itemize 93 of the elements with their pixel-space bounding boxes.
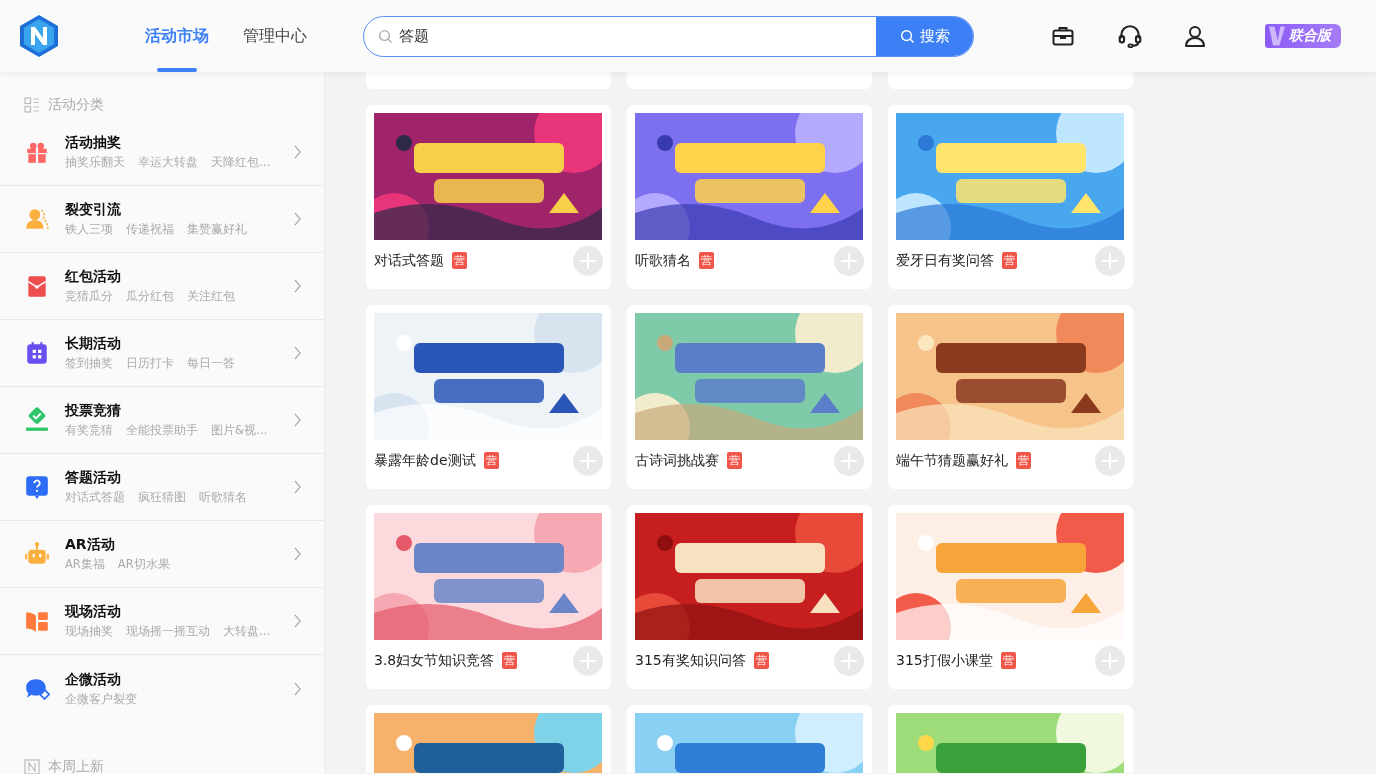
- category-link[interactable]: 活动抽奖: [65, 134, 293, 152]
- subcategory-link[interactable]: 天降红包…: [211, 155, 271, 170]
- tag-label: 营: [502, 652, 518, 669]
- category-link[interactable]: 现场活动: [65, 603, 293, 621]
- tag-label: 营: [727, 452, 742, 469]
- activity-card[interactable]: [888, 705, 1133, 773]
- grid-icon: [24, 97, 40, 113]
- briefcase-icon[interactable]: [1051, 24, 1075, 48]
- card-title: 爱牙日有奖问答: [896, 251, 994, 270]
- card-title: 对话式答题: [374, 251, 444, 270]
- headset-icon[interactable]: [1117, 23, 1143, 49]
- search-icon: [378, 28, 393, 44]
- activity-card[interactable]: 3.8妇女节知识竞答 营: [366, 505, 611, 689]
- activity-card[interactable]: 爱牙日有奖问答 营: [888, 105, 1133, 289]
- robot-icon: [24, 541, 50, 567]
- card-title: 315打假小课堂: [896, 651, 993, 670]
- subcategory-link[interactable]: 疯狂猜图: [138, 490, 186, 505]
- category-link[interactable]: AR活动: [65, 536, 293, 554]
- chevron-right-icon[interactable]: [293, 413, 302, 427]
- category-link[interactable]: 企微活动: [65, 670, 293, 689]
- tag-label: 营: [753, 652, 769, 669]
- logo-icon[interactable]: [17, 14, 61, 58]
- tag-label: 营: [483, 452, 499, 469]
- card-title: 暴露年龄de测试: [374, 451, 476, 470]
- subcategory-link[interactable]: 抽奖乐翻天: [65, 155, 125, 170]
- calendar-icon: [24, 340, 50, 366]
- search-icon: [899, 28, 915, 44]
- subcategory-link[interactable]: 竞猜瓜分: [65, 289, 113, 304]
- subcategory-link[interactable]: 关注红包: [187, 289, 235, 304]
- new-icon: [24, 759, 40, 774]
- subcategory-link[interactable]: 幸运大转盘: [138, 155, 198, 170]
- tag-label: 营: [699, 252, 714, 269]
- subcategory-link[interactable]: 听歌猜名: [199, 490, 247, 505]
- section-heading: 活动分类: [48, 96, 104, 114]
- subcategory-link[interactable]: 大转盘…: [223, 624, 271, 639]
- chevron-right-icon[interactable]: [293, 480, 302, 494]
- subcategory-link[interactable]: AR集福: [65, 557, 105, 572]
- section-heading: 本周上新: [48, 758, 104, 774]
- category-link[interactable]: 长期活动: [65, 335, 293, 353]
- chevron-right-icon[interactable]: [293, 681, 302, 696]
- card-title: 古诗词挑战赛: [635, 451, 719, 470]
- activity-card[interactable]: [366, 705, 611, 773]
- activity-card[interactable]: 对话式答题 营: [366, 105, 611, 289]
- activity-card[interactable]: 暴露年龄de测试 营: [366, 305, 611, 489]
- subcategory-link[interactable]: 签到抽奖: [65, 356, 113, 371]
- chevron-right-icon[interactable]: [293, 279, 302, 293]
- tag-label: 营: [452, 252, 467, 269]
- activity-card[interactable]: 315有奖知识问答 营: [627, 505, 872, 689]
- subcategory-link[interactable]: 铁人三项: [65, 222, 113, 237]
- subcategory-link[interactable]: 传递祝福: [126, 222, 174, 237]
- subcategory-link[interactable]: 每日一答: [187, 356, 235, 371]
- subcategory-link[interactable]: 集赞赢好礼: [187, 222, 247, 237]
- chevron-right-icon[interactable]: [293, 145, 302, 159]
- user-icon[interactable]: [1183, 24, 1207, 48]
- subcategory-link[interactable]: 企微客户裂变: [65, 691, 137, 707]
- question-icon: [24, 474, 50, 500]
- subcategory-link[interactable]: 瓜分红包: [126, 289, 174, 304]
- activity-card[interactable]: 听歌猜名 营: [627, 105, 872, 289]
- tag-label: 营: [1000, 652, 1016, 669]
- subcategory-link[interactable]: 现场摇一摇互动: [126, 624, 210, 639]
- tag-label: 营: [1002, 252, 1017, 269]
- activity-card[interactable]: 古诗词挑战赛 营: [627, 305, 872, 489]
- category-link[interactable]: 答题活动: [65, 469, 293, 487]
- nav-tab[interactable]: 管理中心: [235, 0, 315, 72]
- subcategory-link[interactable]: 日历打卡: [126, 356, 174, 371]
- chevron-right-icon[interactable]: [293, 614, 302, 628]
- card-title: 端午节猜题赢好礼: [896, 451, 1008, 470]
- subcategory-link[interactable]: 图片&视…: [211, 423, 268, 438]
- subcategory-link[interactable]: AR切水果: [117, 557, 170, 572]
- nav-tab[interactable]: 活动市场: [137, 0, 217, 72]
- ballot-check-icon: [24, 407, 50, 433]
- person-icon: [24, 206, 50, 232]
- card-title: 3.8妇女节知识竞答: [374, 651, 495, 670]
- activity-card[interactable]: 端午节猜题赢好礼 营: [888, 305, 1133, 489]
- category-link[interactable]: 裂变引流: [65, 201, 293, 219]
- edition-badge[interactable]: 联合版: [1265, 24, 1341, 48]
- tag-label: 营: [1016, 452, 1031, 469]
- subcategory-link[interactable]: 现场抽奖: [65, 624, 113, 639]
- card-title: 315有奖知识问答: [635, 651, 746, 670]
- activity-card[interactable]: 315打假小课堂 营: [888, 505, 1133, 689]
- chevron-right-icon[interactable]: [293, 212, 302, 226]
- search-field[interactable]: 答题: [399, 16, 876, 56]
- category-link[interactable]: 红包活动: [65, 268, 293, 286]
- search-button[interactable]: 搜索: [876, 16, 973, 56]
- subcategory-link[interactable]: 有奖竞猜: [65, 423, 113, 438]
- card-title: 听歌猜名: [635, 251, 691, 270]
- subcategory-link[interactable]: 全能投票助手: [126, 423, 198, 438]
- subcategory-link[interactable]: 对话式答题: [65, 490, 125, 505]
- activity-card[interactable]: [627, 705, 872, 773]
- search-bar[interactable]: 答题 搜索: [363, 15, 974, 57]
- category-link[interactable]: 投票竞猜: [65, 402, 293, 420]
- chevron-right-icon[interactable]: [293, 547, 302, 561]
- chevron-right-icon[interactable]: [293, 346, 302, 360]
